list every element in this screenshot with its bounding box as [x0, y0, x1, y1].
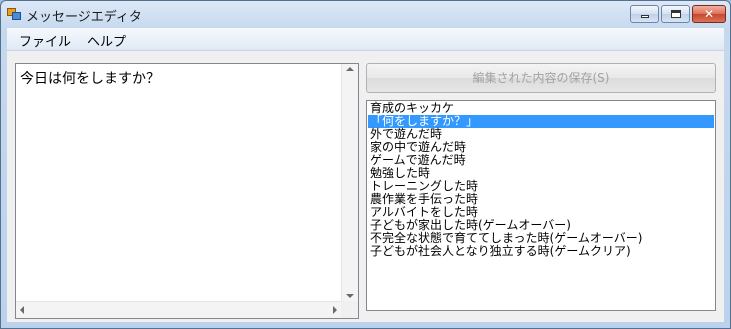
app-icon[interactable]: [7, 8, 21, 20]
scroll-left-icon[interactable]: [20, 306, 24, 314]
close-button[interactable]: ✕: [692, 5, 726, 23]
menu-bar: ファイル ヘルプ: [7, 28, 724, 51]
maximize-icon: [671, 10, 681, 18]
message-list-items: 育成のキッカケ 「何をしますか？」 外で遊んだ時 家の中で遊んだ時 ゲームで遊んだ時 勉強…: [368, 102, 714, 258]
list-item[interactable]: 子どもが社会人となり独立する時(ゲームクリア): [368, 245, 714, 258]
client-area: ファイル ヘルプ 今日は何をしますか？ 編集された内容の保存(S) 育成のキッカ…: [7, 28, 724, 322]
vertical-scrollbar[interactable]: [341, 64, 358, 302]
message-text: 今日は何をしますか？: [20, 71, 160, 87]
application-window: メッセージエディタ ✕ ファイル ヘルプ 今日は何をしますか？ 編集された内容の…: [0, 0, 731, 329]
minimize-button[interactable]: [630, 5, 659, 23]
scroll-up-icon[interactable]: [346, 67, 354, 71]
scrollbar-corner: [341, 301, 358, 318]
menu-help[interactable]: ヘルプ: [87, 31, 126, 50]
window-title: メッセージエディタ: [26, 10, 142, 25]
maximize-button[interactable]: [661, 5, 690, 23]
scroll-right-icon[interactable]: [333, 306, 337, 314]
horizontal-scrollbar[interactable]: [16, 301, 341, 318]
message-list[interactable]: 育成のキッカケ 「何をしますか？」 外で遊んだ時 家の中で遊んだ時 ゲームで遊んだ時 勉強…: [366, 100, 716, 311]
message-text-area[interactable]: 今日は何をしますか？: [15, 63, 359, 319]
save-edited-content-button[interactable]: 編集された内容の保存(S): [366, 63, 716, 93]
minimize-icon: [641, 15, 649, 18]
menu-file[interactable]: ファイル: [19, 31, 71, 50]
title-bar[interactable]: メッセージエディタ ✕: [1, 1, 730, 27]
scroll-down-icon[interactable]: [346, 294, 354, 298]
close-icon: ✕: [703, 7, 715, 21]
